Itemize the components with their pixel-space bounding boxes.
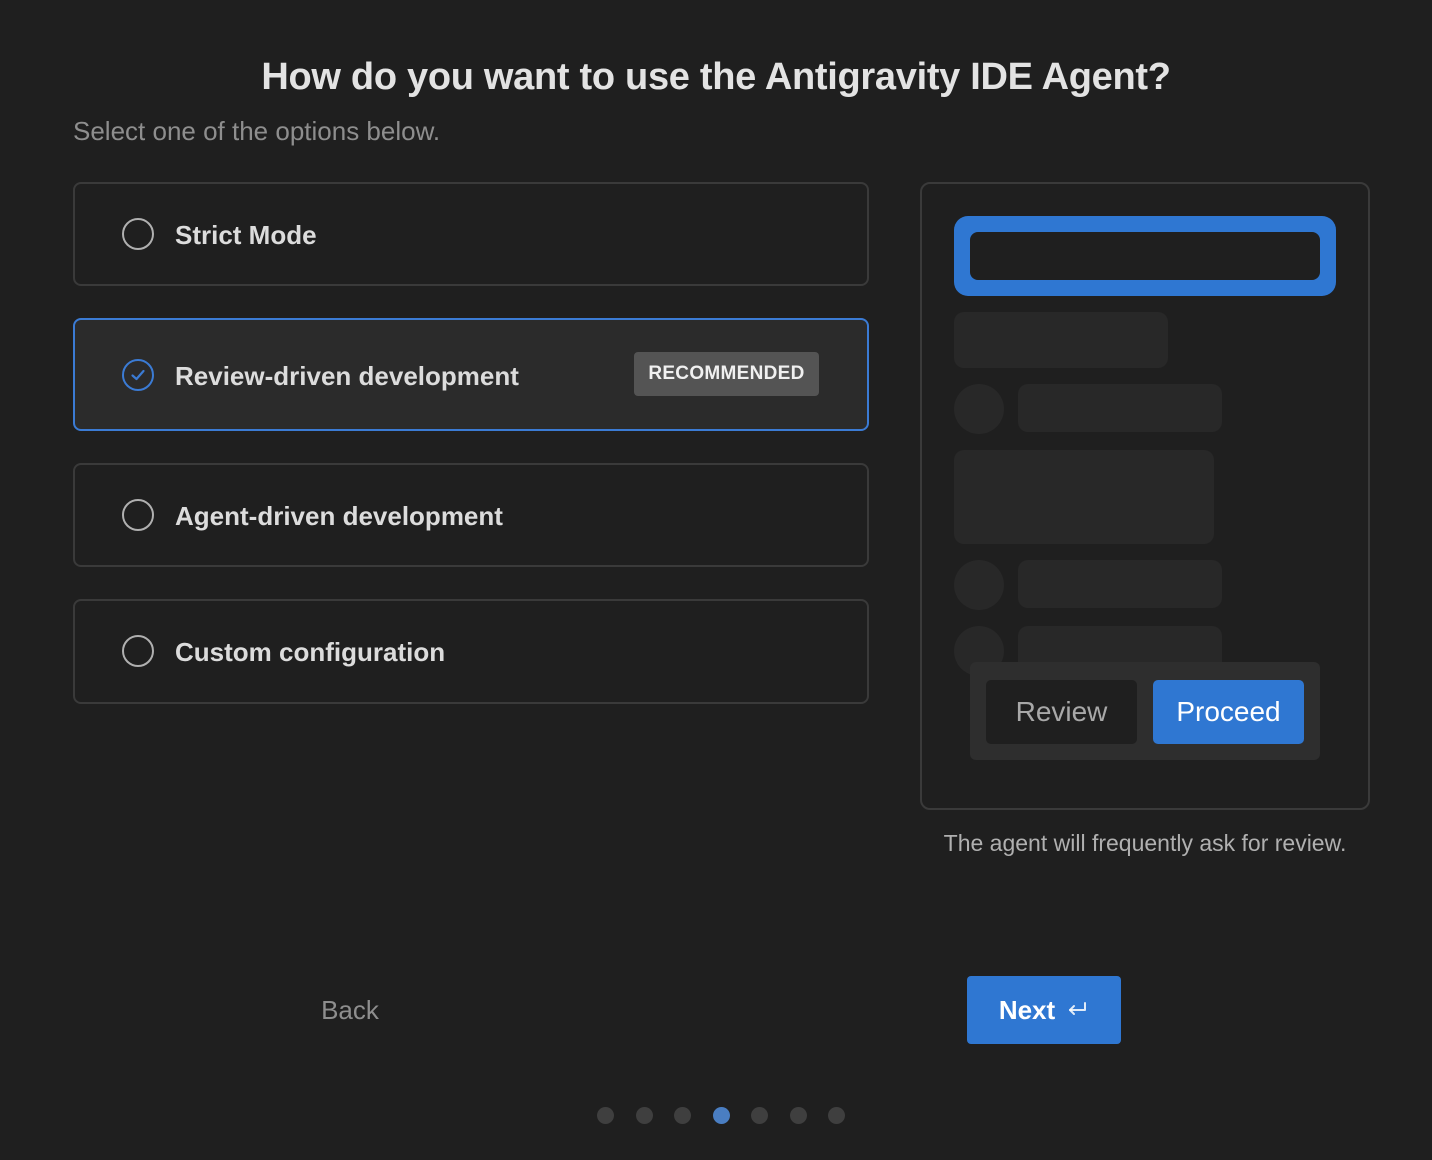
- step-dot: [597, 1107, 614, 1124]
- mode-preview-panel: Review Proceed: [920, 182, 1370, 810]
- preview-skeleton-avatar: [954, 384, 1004, 434]
- checkmark-icon: [131, 369, 145, 381]
- preview-input-highlight: [954, 216, 1336, 296]
- step-dot: [674, 1107, 691, 1124]
- page-title: How do you want to use the Antigravity I…: [261, 56, 1171, 98]
- onboarding-page: How do you want to use the Antigravity I…: [0, 0, 1432, 1160]
- step-dot-active: [712, 1107, 730, 1124]
- option-review-driven-development[interactable]: Review-driven development RECOMMENDED: [73, 318, 869, 431]
- radio-unchecked-icon[interactable]: [122, 499, 154, 531]
- radio-unchecked-icon[interactable]: [122, 635, 154, 667]
- preview-skeleton-block: [954, 312, 1168, 368]
- option-agent-driven-development[interactable]: Agent-driven development: [73, 463, 869, 567]
- option-custom-configuration[interactable]: Custom configuration: [73, 599, 869, 704]
- step-dot: [751, 1107, 768, 1124]
- preview-review-button: Review: [986, 680, 1137, 744]
- option-strict-mode[interactable]: Strict Mode: [73, 182, 869, 286]
- radio-checked-icon[interactable]: [122, 359, 154, 391]
- option-label: Strict Mode: [175, 220, 317, 250]
- preview-proceed-button: Proceed: [1153, 680, 1304, 744]
- option-label: Agent-driven development: [175, 501, 503, 531]
- preview-caption: The agent will frequently ask for review…: [943, 830, 1347, 856]
- enter-icon: [1069, 1002, 1087, 1015]
- step-indicator: [0, 1107, 1432, 1125]
- option-label: Review-driven development: [175, 361, 519, 391]
- next-button-label: Next: [998, 995, 1056, 1025]
- preview-skeleton-block: [954, 450, 1214, 544]
- next-button[interactable]: Next: [967, 976, 1121, 1044]
- page-subtitle: Select one of the options below.: [73, 116, 441, 146]
- preview-skeleton-line: [1018, 560, 1222, 608]
- option-label: Custom configuration: [175, 637, 446, 667]
- step-dot: [635, 1107, 653, 1124]
- preview-action-bar: Review Proceed: [970, 662, 1320, 760]
- preview-skeleton-line: [1018, 384, 1222, 432]
- step-dot: [789, 1107, 807, 1124]
- recommended-badge: RECOMMENDED: [634, 352, 819, 396]
- back-button[interactable]: Back: [290, 976, 410, 1044]
- radio-unchecked-icon[interactable]: [122, 218, 154, 250]
- step-dot: [828, 1107, 845, 1124]
- preview-input-field: [970, 232, 1320, 280]
- preview-skeleton-avatar: [954, 560, 1004, 610]
